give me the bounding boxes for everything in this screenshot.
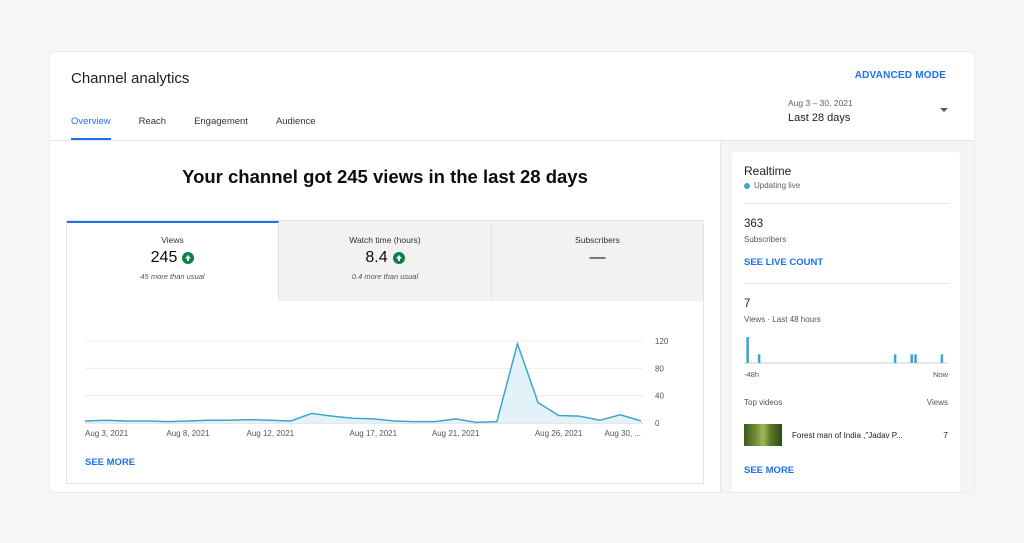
live-dot-icon (744, 182, 750, 189)
advanced-mode-button[interactable]: ADVANCED MODE (855, 70, 946, 81)
realtime-bar (910, 354, 913, 363)
realtime-views-count: 7 (744, 298, 751, 310)
axis-end-label: Now (932, 370, 948, 379)
realtime-bar (893, 354, 897, 363)
realtime-views-label: Views · Last 48 hours (744, 315, 821, 324)
tab-audience[interactable]: Audience (276, 116, 316, 140)
top-videos-header: Top videos Views (744, 398, 948, 407)
y-tick-label: 120 (655, 337, 669, 346)
page-title: Channel analytics (71, 70, 190, 87)
realtime-bar-chart (744, 337, 948, 364)
realtime-bar (940, 354, 944, 363)
live-status-text: Updating live (754, 181, 801, 190)
chevron-down-icon (940, 108, 948, 112)
channel-analytics-card: Channel analytics ADVANCED MODE Overview… (50, 52, 974, 492)
series-area (85, 343, 641, 423)
x-tick-label: Aug 26, 2021 (535, 429, 583, 438)
realtime-see-more-link[interactable]: SEE MORE (744, 465, 794, 476)
realtime-card: Realtime Updating live 363 Subscribers S… (732, 152, 960, 492)
date-range-label: Last 28 days (788, 112, 851, 124)
y-tick-label: 40 (655, 392, 664, 401)
see-live-count-link[interactable]: SEE LIVE COUNT (744, 257, 823, 268)
views-line-chart: 0 40 80 120 Aug 3, 2021 Aug 8, 2021 Aug 12, 20… (84, 337, 669, 438)
tab-overview[interactable]: Overview (71, 116, 111, 140)
video-thumbnail (744, 424, 782, 446)
date-range-dropdown[interactable]: Aug 3 – 30, 2021 Last 28 days (788, 98, 948, 124)
realtime-subscribers-count: 363 (744, 218, 764, 230)
realtime-bar (914, 354, 917, 363)
views-column-label: Views (926, 398, 948, 407)
tab-engagement[interactable]: Engagement (194, 116, 248, 140)
date-range-text: Aug 3 – 30, 2021 (788, 98, 853, 108)
video-views: 7 (943, 430, 948, 440)
x-tick-label: Aug 3, 2021 (85, 429, 129, 438)
video-title: Forest man of India ,"Jadav P... (792, 430, 903, 440)
divider (744, 203, 948, 204)
realtime-bar (746, 337, 749, 363)
x-tick-label: Aug 21, 2021 (432, 429, 480, 438)
series-line (84, 341, 642, 424)
divider (744, 283, 948, 284)
views-headline: Your channel got 245 views in the last 2… (182, 166, 588, 187)
y-tick-label: 0 (655, 419, 660, 428)
top-video-row[interactable]: Forest man of India ,"Jadav P... 7 (744, 423, 948, 447)
metrics-chart-box: Views 245 45 more than usual Watch time … (66, 220, 704, 484)
top-videos-label: Top videos (744, 398, 783, 407)
y-tick-label: 80 (655, 364, 664, 373)
tab-bar: Overview Reach Engagement Audience (71, 116, 344, 140)
realtime-subscribers-label: Subscribers (744, 235, 787, 244)
realtime-bar (757, 354, 761, 363)
axis-start-label: -48h (744, 370, 760, 379)
panel-divider (720, 140, 721, 492)
x-tick-label: Aug 12, 2021 (247, 429, 295, 438)
realtime-title: Realtime (744, 164, 792, 178)
x-tick-label: Aug 17, 2021 (349, 429, 397, 438)
tab-reach[interactable]: Reach (139, 116, 166, 140)
x-tick-label: Aug 30, ... (605, 429, 641, 438)
see-more-link[interactable]: SEE MORE (85, 457, 135, 468)
x-tick-label: Aug 8, 2021 (166, 429, 210, 438)
live-status: Updating live (744, 181, 800, 190)
